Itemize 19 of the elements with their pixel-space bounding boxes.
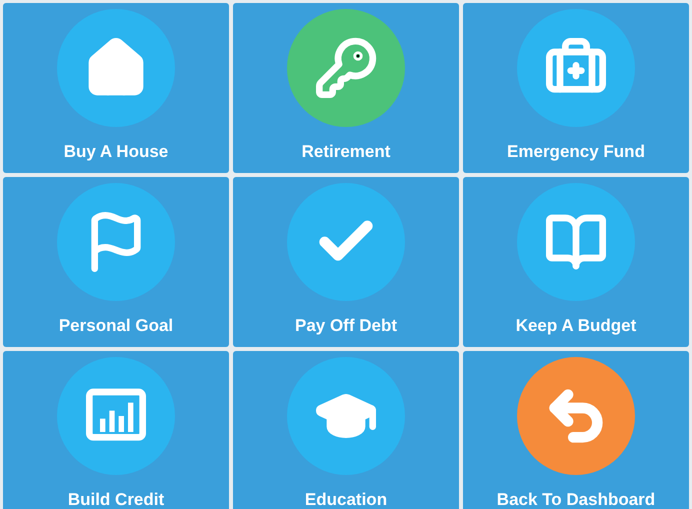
tile-label: Pay Off Debt: [294, 315, 398, 337]
key-icon: [314, 36, 378, 100]
goal-tile[interactable]: Retirement: [233, 3, 459, 173]
goal-tile[interactable]: Keep A Budget: [463, 177, 689, 347]
goal-tile[interactable]: Emergency Fund: [463, 3, 689, 173]
tile-label: Emergency Fund: [507, 141, 645, 163]
tile-label: Build Credit: [68, 489, 164, 509]
tile-label: Education: [304, 489, 388, 509]
goal-tile[interactable]: Build Credit: [3, 351, 229, 509]
tile-label: Retirement: [302, 141, 390, 163]
tile-label: Personal Goal: [58, 315, 174, 337]
goal-tile[interactable]: Buy A House: [3, 3, 229, 173]
tile-label: Back To Dashboard: [496, 489, 656, 509]
goal-tile[interactable]: Education: [233, 351, 459, 509]
tile-label: Keep A Budget: [516, 315, 636, 337]
goal-tile[interactable]: Back To Dashboard: [463, 351, 689, 509]
tile-label: Buy A House: [64, 141, 168, 163]
goal-tile[interactable]: Pay Off Debt: [233, 177, 459, 347]
goal-tile[interactable]: Personal Goal: [3, 177, 229, 347]
